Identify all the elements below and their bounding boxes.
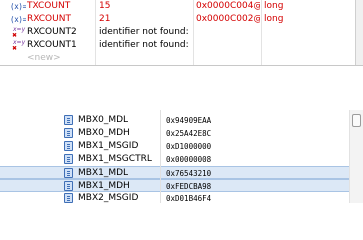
new-expression-placeholder[interactable]: <new> (27, 52, 95, 65)
register-row[interactable]: MBX1_MDH 0xFEDCBA98 (0, 179, 349, 192)
register-icon (64, 115, 73, 125)
expression-row[interactable]: x=y✖RXCOUNT1 identifier not found: R... (0, 39, 355, 52)
panel-divider (0, 65, 363, 66)
add-new-expression-row[interactable]: <new> (0, 52, 355, 65)
column-divider[interactable] (261, 0, 262, 65)
register-row[interactable]: MBX1_MDL 0x76543210 (0, 166, 349, 179)
expression-value: 15 (99, 1, 111, 11)
expressions-scrollbar[interactable] (355, 0, 363, 66)
expression-name: RXCOUNT1 (27, 40, 77, 50)
register-icon (64, 154, 73, 164)
column-divider[interactable] (95, 0, 96, 65)
expression-error-icon: x=y ✖ (12, 26, 26, 39)
expression-type: long (264, 1, 284, 11)
register-icon (64, 128, 73, 138)
expression-value: 21 (99, 14, 111, 24)
expression-row[interactable]: (x)=TXCOUNT 15 0x0000C004@Data long (0, 0, 355, 13)
register-row[interactable]: MBX1_MSGCTRL 0x00000008 (0, 153, 349, 166)
variable-icon: (x)= (10, 2, 26, 11)
register-value[interactable]: 0xD01B46F4 (166, 192, 228, 205)
register-value[interactable]: 0x25A42E8C (166, 127, 228, 140)
expression-error-icon: x=y ✖ (12, 39, 26, 52)
registers-scrollbar[interactable] (349, 110, 363, 203)
register-value[interactable]: 0x94909EAA (166, 114, 228, 127)
expression-name: RXCOUNT (27, 14, 71, 24)
expression-name: TXCOUNT (27, 1, 71, 11)
register-row[interactable]: MBX2_MSGID 0xD01B46F4 (0, 192, 349, 205)
column-divider[interactable] (160, 110, 161, 203)
register-name: MBX1_MSGCTRL (78, 154, 152, 164)
expression-value: identifier not found: R... (99, 40, 191, 50)
expression-type: long (264, 14, 284, 24)
register-row[interactable]: MBX1_MSGID 0xD1000000 (0, 140, 349, 153)
expression-address: 0x0000C004@Data (196, 1, 260, 11)
register-name: MBX2_MSGID (78, 193, 139, 203)
column-divider[interactable] (193, 0, 194, 65)
expression-address: 0x0000C002@Data (196, 14, 260, 24)
variable-icon: (x)= (10, 15, 26, 24)
expression-row[interactable]: x=y✖RXCOUNT2 identifier not found: R... (0, 26, 355, 39)
register-value[interactable]: 0x00000008 (166, 153, 228, 166)
register-icon (64, 193, 73, 203)
register-row[interactable]: MBX0_MDH 0x25A42E8C (0, 127, 349, 140)
register-icon (64, 168, 73, 178)
register-name: MBX1_MSGID (78, 141, 139, 151)
register-row[interactable]: MBX0_MDL 0x94909EAA (0, 114, 349, 127)
register-value[interactable]: 0xD1000000 (166, 140, 228, 153)
scrollbar-thumb[interactable] (352, 114, 361, 127)
register-icon (64, 181, 73, 191)
expression-name: RXCOUNT2 (27, 27, 77, 37)
register-name: MBX0_MDL (78, 115, 129, 125)
register-icon (64, 141, 73, 151)
expressions-table: (x)=TXCOUNT150x0000C004@Datalong(x)=RXCO… (0, 0, 355, 65)
expression-row[interactable]: (x)=RXCOUNT 21 0x0000C002@Data long (0, 13, 355, 26)
register-name: MBX0_MDH (78, 128, 130, 138)
expression-value: identifier not found: R... (99, 27, 191, 37)
registers-panel: MBX0_MDL 0x94909EAA MBX0_MDH 0x25A42E8C MBX1… (0, 110, 363, 203)
